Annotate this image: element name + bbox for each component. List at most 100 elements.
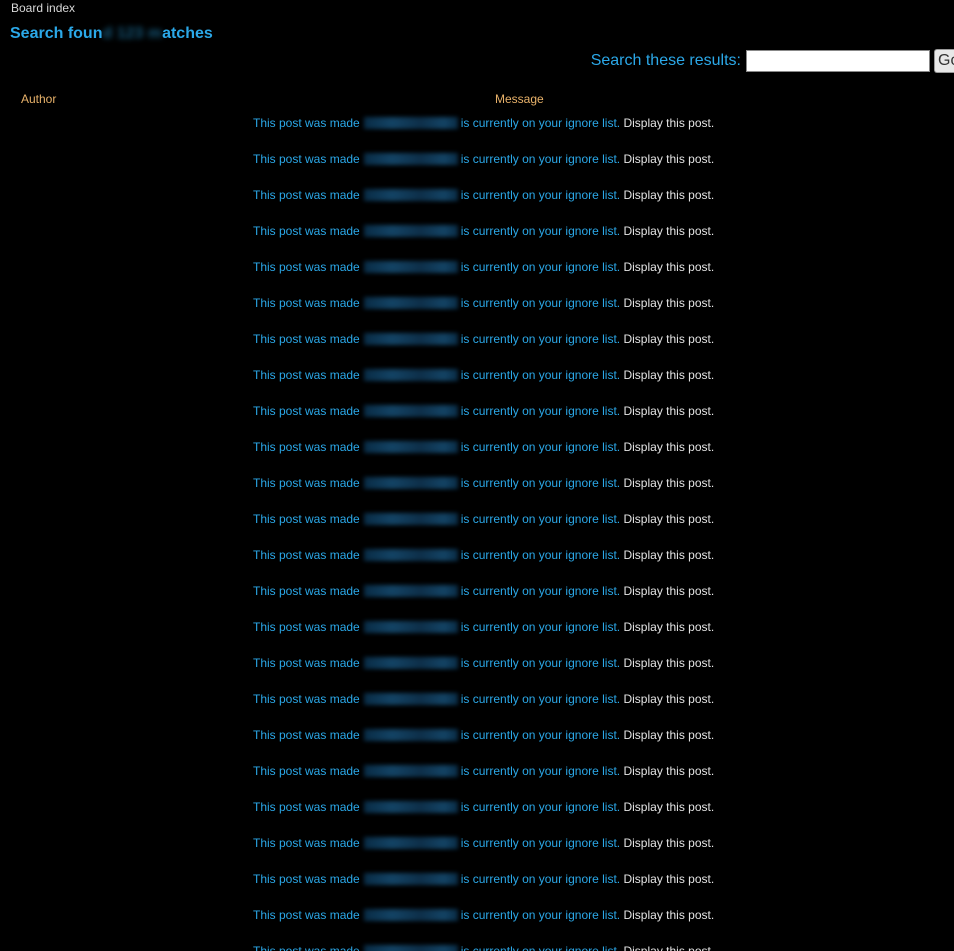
table-row: This post was made is currently on your i… bbox=[253, 690, 954, 726]
display-this-post-link[interactable]: Display this post. bbox=[623, 944, 714, 951]
ignored-post-prefix: This post was made bbox=[253, 584, 360, 598]
blurred-username bbox=[363, 693, 458, 705]
display-this-post-link[interactable]: Display this post. bbox=[623, 692, 714, 706]
ignored-post-prefix: This post was made bbox=[253, 116, 360, 130]
results-list: This post was made is currently on your i… bbox=[253, 114, 954, 951]
table-row: This post was made is currently on your i… bbox=[253, 906, 954, 942]
ignored-post-suffix: is currently on your ignore list. bbox=[460, 800, 621, 814]
display-this-post-link[interactable]: Display this post. bbox=[623, 548, 714, 562]
blurred-username bbox=[363, 297, 458, 309]
ignored-post-suffix: is currently on your ignore list. bbox=[460, 584, 621, 598]
ignored-post-suffix: is currently on your ignore list. bbox=[460, 872, 621, 886]
page-title-suffix: atches bbox=[162, 25, 213, 42]
ignored-post-prefix: This post was made bbox=[253, 368, 360, 382]
display-this-post-link[interactable]: Display this post. bbox=[623, 296, 714, 310]
display-this-post-link[interactable]: Display this post. bbox=[623, 116, 714, 130]
blurred-username bbox=[363, 513, 458, 525]
table-row: This post was made is currently on your i… bbox=[253, 186, 954, 222]
ignored-post-suffix: is currently on your ignore list. bbox=[460, 440, 621, 454]
ignored-post-prefix: This post was made bbox=[253, 620, 360, 634]
blurred-username bbox=[363, 585, 458, 597]
display-this-post-link[interactable]: Display this post. bbox=[623, 620, 714, 634]
display-this-post-link[interactable]: Display this post. bbox=[623, 836, 714, 850]
blurred-username bbox=[363, 873, 458, 885]
ignored-post-suffix: is currently on your ignore list. bbox=[460, 512, 621, 526]
blurred-username bbox=[363, 621, 458, 633]
search-input[interactable] bbox=[746, 49, 930, 72]
table-row: This post was made is currently on your i… bbox=[253, 294, 954, 330]
display-this-post-link[interactable]: Display this post. bbox=[623, 764, 714, 778]
blurred-username bbox=[363, 117, 458, 129]
table-row: This post was made is currently on your i… bbox=[253, 366, 954, 402]
display-this-post-link[interactable]: Display this post. bbox=[623, 368, 714, 382]
ignored-post-suffix: is currently on your ignore list. bbox=[460, 764, 621, 778]
blurred-username bbox=[363, 189, 458, 201]
blurred-username bbox=[363, 729, 458, 741]
ignored-post-prefix: This post was made bbox=[253, 476, 360, 490]
ignored-post-prefix: This post was made bbox=[253, 260, 360, 274]
display-this-post-link[interactable]: Display this post. bbox=[623, 908, 714, 922]
ignored-post-prefix: This post was made bbox=[253, 692, 360, 706]
ignored-post-prefix: This post was made bbox=[253, 800, 360, 814]
ignored-post-prefix: This post was made bbox=[253, 908, 360, 922]
ignored-post-suffix: is currently on your ignore list. bbox=[460, 476, 621, 490]
table-row: This post was made is currently on your i… bbox=[253, 150, 954, 186]
blurred-username bbox=[363, 405, 458, 417]
table-row: This post was made is currently on your i… bbox=[253, 546, 954, 582]
table-row: This post was made is currently on your i… bbox=[253, 618, 954, 654]
display-this-post-link[interactable]: Display this post. bbox=[623, 404, 714, 418]
display-this-post-link[interactable]: Display this post. bbox=[623, 260, 714, 274]
ignored-post-prefix: This post was made bbox=[253, 764, 360, 778]
ignored-post-suffix: is currently on your ignore list. bbox=[460, 656, 621, 670]
table-row: This post was made is currently on your i… bbox=[253, 510, 954, 546]
page-title-prefix: Search foun bbox=[10, 25, 103, 42]
ignored-post-suffix: is currently on your ignore list. bbox=[460, 260, 621, 274]
table-row: This post was made is currently on your i… bbox=[253, 942, 954, 951]
page-title-blurred-count: d 123 m bbox=[102, 25, 163, 42]
table-row: This post was made is currently on your i… bbox=[253, 762, 954, 798]
table-row: This post was made is currently on your i… bbox=[253, 474, 954, 510]
blurred-username bbox=[363, 945, 458, 951]
display-this-post-link[interactable]: Display this post. bbox=[623, 152, 714, 166]
display-this-post-link[interactable]: Display this post. bbox=[623, 512, 714, 526]
blurred-username bbox=[363, 837, 458, 849]
ignored-post-suffix: is currently on your ignore list. bbox=[460, 152, 621, 166]
table-row: This post was made is currently on your i… bbox=[253, 726, 954, 762]
display-this-post-link[interactable]: Display this post. bbox=[623, 332, 714, 346]
table-row: This post was made is currently on your i… bbox=[253, 222, 954, 258]
blurred-username bbox=[363, 801, 458, 813]
blurred-username bbox=[363, 333, 458, 345]
display-this-post-link[interactable]: Display this post. bbox=[623, 584, 714, 598]
column-header-message: Message bbox=[495, 92, 544, 106]
blurred-username bbox=[363, 477, 458, 489]
ignored-post-prefix: This post was made bbox=[253, 188, 360, 202]
ignored-post-prefix: This post was made bbox=[253, 152, 360, 166]
ignored-post-prefix: This post was made bbox=[253, 332, 360, 346]
display-this-post-link[interactable]: Display this post. bbox=[623, 188, 714, 202]
ignored-post-suffix: is currently on your ignore list. bbox=[460, 548, 621, 562]
blurred-username bbox=[363, 153, 458, 165]
table-row: This post was made is currently on your i… bbox=[253, 654, 954, 690]
ignored-post-prefix: This post was made bbox=[253, 440, 360, 454]
display-this-post-link[interactable]: Display this post. bbox=[623, 872, 714, 886]
table-row: This post was made is currently on your i… bbox=[253, 582, 954, 618]
table-row: This post was made is currently on your i… bbox=[253, 330, 954, 366]
display-this-post-link[interactable]: Display this post. bbox=[623, 440, 714, 454]
ignored-post-prefix: This post was made bbox=[253, 944, 360, 951]
ignored-post-prefix: This post was made bbox=[253, 296, 360, 310]
display-this-post-link[interactable]: Display this post. bbox=[623, 800, 714, 814]
blurred-username bbox=[363, 225, 458, 237]
table-row: This post was made is currently on your i… bbox=[253, 870, 954, 906]
ignored-post-suffix: is currently on your ignore list. bbox=[460, 908, 621, 922]
display-this-post-link[interactable]: Display this post. bbox=[623, 224, 714, 238]
search-go-button[interactable]: Go bbox=[934, 48, 954, 73]
display-this-post-link[interactable]: Display this post. bbox=[623, 728, 714, 742]
search-label: Search these results: bbox=[590, 51, 741, 69]
breadcrumb-board-index[interactable]: Board index bbox=[11, 1, 75, 16]
ignored-post-suffix: is currently on your ignore list. bbox=[460, 692, 621, 706]
display-this-post-link[interactable]: Display this post. bbox=[623, 476, 714, 490]
ignored-post-prefix: This post was made bbox=[253, 728, 360, 742]
ignored-post-prefix: This post was made bbox=[253, 872, 360, 886]
display-this-post-link[interactable]: Display this post. bbox=[623, 656, 714, 670]
ignored-post-suffix: is currently on your ignore list. bbox=[460, 368, 621, 382]
